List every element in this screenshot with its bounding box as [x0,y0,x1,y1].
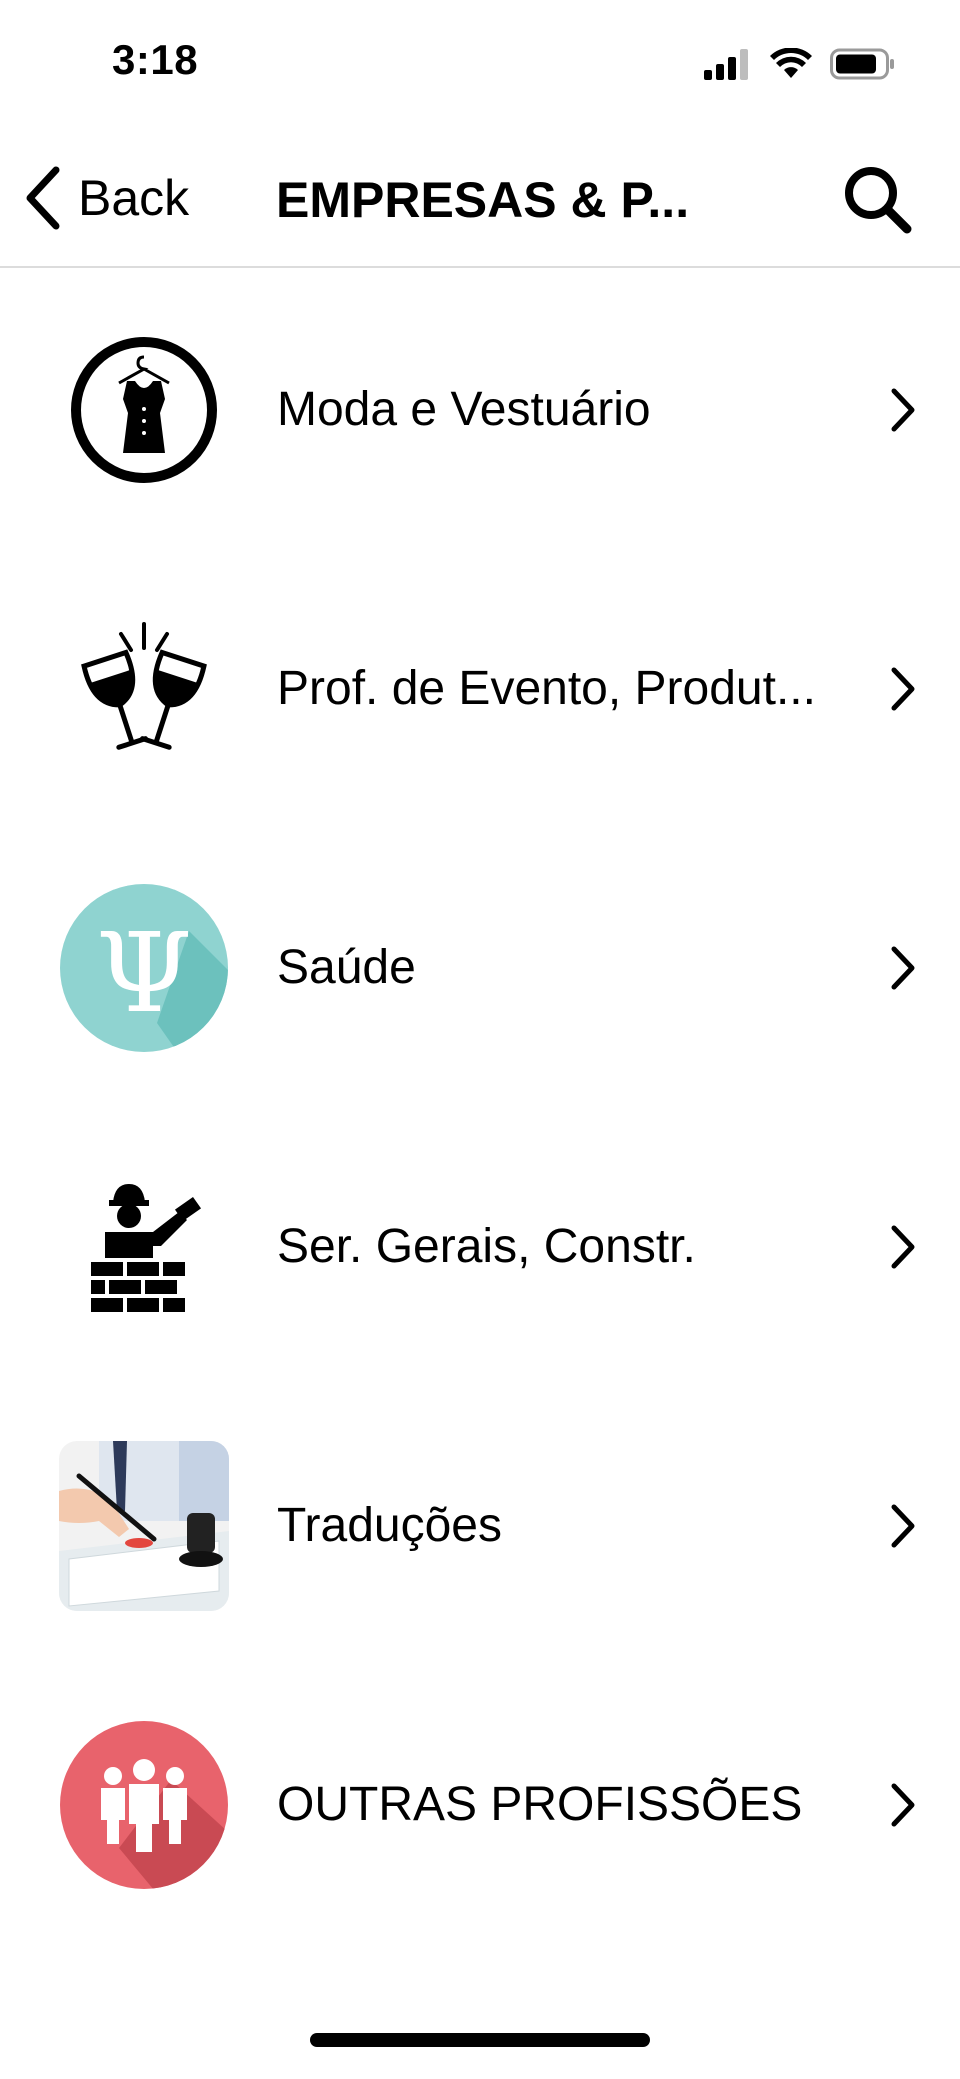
wifi-icon [770,48,812,78]
chevron-right-icon [891,667,915,710]
chevron-left-icon [26,166,60,230]
back-label: Back [78,170,190,226]
status-bar: 3:18 [0,0,960,130]
list-item-label: Traduções [277,1498,502,1552]
chevron-right-icon [891,388,915,431]
list-item-label: Prof. de Evento, Produt... [277,661,816,715]
chevron-right-icon [891,1783,915,1826]
list-item-label: Ser. Gerais, Constr. [277,1219,696,1273]
list-item-label: OUTRAS PROFISSÕES [277,1777,803,1831]
category-list: Moda e Vestuário Prof. de Evento, Produt… [0,270,960,1944]
wine-glasses-toast-icon [58,603,230,775]
nav-bar: Back EMPRESAS & P... [0,130,960,268]
svg-text:Ψ: Ψ [96,909,192,1037]
status-time: 3:18 [112,36,199,83]
home-indicator[interactable] [310,2033,650,2047]
list-item-servicos[interactable]: Ser. Gerais, Constr. [0,1107,960,1386]
construction-worker-icon [58,1161,230,1333]
people-group-icon [58,1719,230,1891]
chevron-right-icon [891,946,915,989]
list-item-label: Moda e Vestuário [277,382,651,436]
signal-icon [704,49,748,80]
signing-document-icon [58,1440,230,1612]
page-title: EMPRESAS & P... [276,172,690,228]
list-item-moda[interactable]: Moda e Vestuário [0,270,960,549]
chevron-right-icon [891,1504,915,1547]
list-item-label: Saúde [277,940,416,994]
list-item-eventos[interactable]: Prof. de Evento, Produt... [0,549,960,828]
list-item-saude[interactable]: Ψ Saúde [0,828,960,1107]
psi-symbol-icon: Ψ [58,882,230,1054]
list-item-traducoes[interactable]: Traduções [0,1386,960,1665]
chevron-right-icon [891,1225,915,1268]
status-icons [704,44,896,84]
list-item-outras[interactable]: OUTRAS PROFISSÕES [0,1665,960,1944]
dress-hanger-icon [58,324,230,496]
search-button[interactable] [834,156,920,242]
screen: 3:18 Back EMPRESAS & P... Moda e Vestuár… [0,0,960,2079]
back-button[interactable]: Back [24,158,189,238]
search-icon [845,167,912,234]
battery-icon [830,48,894,80]
